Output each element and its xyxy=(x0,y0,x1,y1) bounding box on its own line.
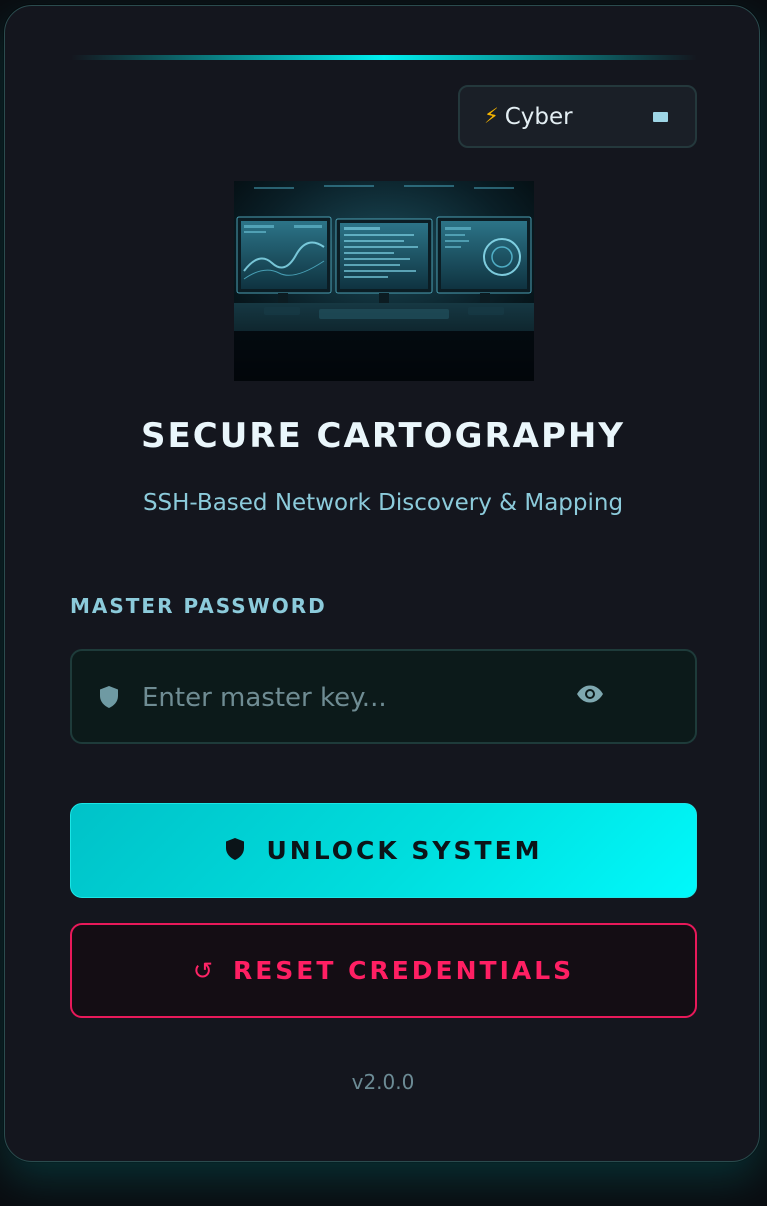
theme-selector[interactable]: ⚡ Cyber xyxy=(458,85,697,148)
password-label: MASTER PASSWORD xyxy=(70,594,327,618)
dropdown-indicator-icon xyxy=(653,112,668,122)
app-subtitle: SSH-Based Network Discovery & Mapping xyxy=(142,490,624,516)
shield-icon xyxy=(98,685,120,713)
app-title: SECURE CARTOGRAPHY xyxy=(141,416,625,456)
theme-label: Cyber xyxy=(504,103,573,130)
reset-credentials-button[interactable]: ↺ RESET CREDENTIALS xyxy=(70,923,697,1018)
monitors-illustration xyxy=(234,181,534,381)
password-input[interactable] xyxy=(140,671,564,725)
unlock-button-label: UNLOCK SYSTEM xyxy=(266,836,543,865)
reset-button-label: RESET CREDENTIALS xyxy=(232,956,575,985)
unlock-system-button[interactable]: UNLOCK SYSTEM xyxy=(70,803,697,898)
password-field[interactable] xyxy=(70,649,697,744)
hero-image xyxy=(234,181,534,381)
shield-icon xyxy=(224,837,246,865)
accent-glow-bar xyxy=(71,55,697,60)
eye-icon[interactable] xyxy=(576,685,604,707)
lightning-bolt-icon: ⚡ xyxy=(484,104,499,128)
refresh-icon: ↺ xyxy=(192,956,213,985)
version-label: v2.0.0 xyxy=(351,1070,415,1094)
login-card: ⚡ Cyber SECURE CARTOGRAPHY SSH-Based Net… xyxy=(4,5,760,1162)
